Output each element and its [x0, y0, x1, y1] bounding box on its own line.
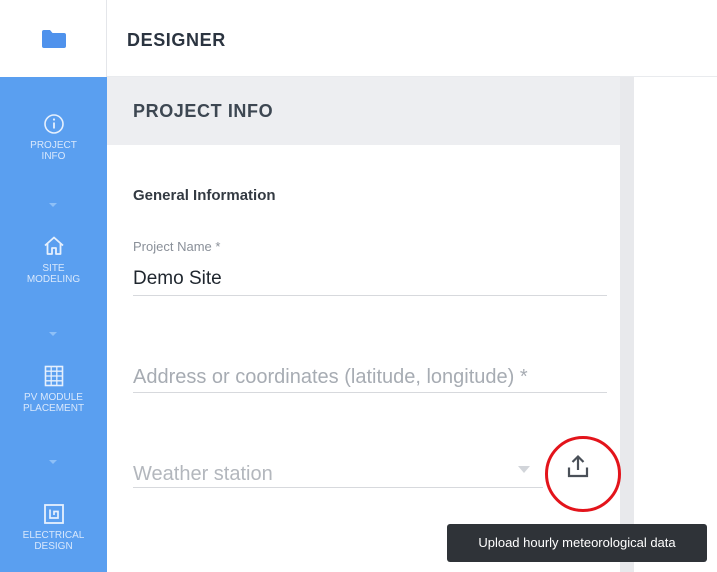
section-title: General Information: [133, 187, 276, 204]
sidebar-item-label: PROJECT INFO: [30, 140, 77, 162]
chip-icon: [43, 504, 64, 524]
weather-station-underline: [133, 487, 543, 488]
sidebar-separator-caret: [49, 460, 57, 464]
address-input[interactable]: Address or coordinates (latitude, longit…: [133, 366, 528, 389]
sidebar-item-label: SITE MODELING: [26, 263, 81, 285]
upload-tooltip: Upload hourly meteorological data: [447, 524, 707, 562]
sidebar-separator-caret: [49, 332, 57, 336]
folder-icon[interactable]: [41, 29, 67, 49]
sidebar: PROJECT INFO SITE MODELING PV MODULE PLA…: [0, 77, 107, 572]
sidebar-item-site-modeling[interactable]: SITE MODELING: [0, 234, 107, 285]
sidebar-item-electrical-design[interactable]: ELECTRICAL DESIGN: [0, 503, 107, 552]
home-icon: [43, 236, 64, 255]
project-name-label: Project Name *: [133, 239, 221, 254]
chevron-down-icon[interactable]: [518, 466, 530, 473]
sidebar-item-pv-module-placement[interactable]: PV MODULE PLACEMENT: [0, 365, 107, 414]
project-name-input[interactable]: Demo Site: [133, 268, 222, 290]
address-underline: [133, 392, 607, 393]
highlight-circle: [545, 436, 621, 512]
weather-station-select[interactable]: Weather station: [133, 463, 273, 486]
sidebar-item-label: PV MODULE PLACEMENT: [22, 392, 85, 414]
sidebar-separator-caret: [49, 203, 57, 207]
header-title: DESIGNER: [127, 30, 226, 50]
sidebar-item-project-info[interactable]: PROJECT INFO: [0, 113, 107, 162]
grid-icon: [44, 365, 63, 387]
sidebar-item-label: ELECTRICAL DESIGN: [22, 530, 85, 552]
top-header: DESIGNER: [107, 0, 717, 77]
app-logo-area: [0, 0, 107, 77]
project-name-underline: [133, 295, 607, 296]
panel-title: PROJECT INFO: [133, 101, 274, 121]
panel-header: PROJECT INFO: [107, 77, 620, 145]
info-icon: [43, 114, 64, 134]
